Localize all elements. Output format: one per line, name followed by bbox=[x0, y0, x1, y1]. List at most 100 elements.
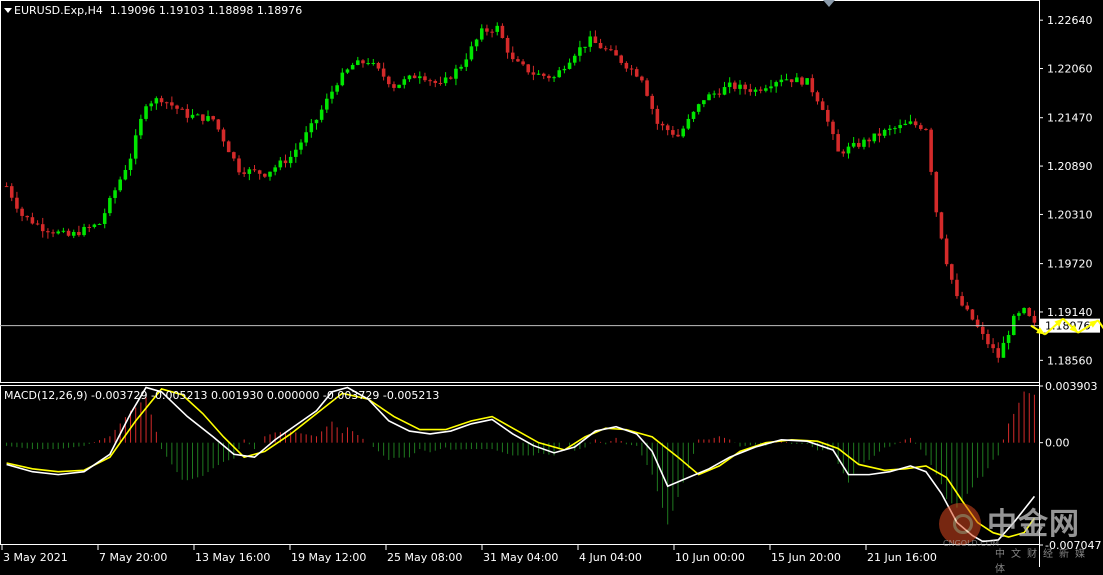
bear-candle bbox=[650, 95, 654, 109]
bear-candle bbox=[1027, 307, 1032, 316]
bull-candle bbox=[1006, 335, 1011, 343]
bull-candle bbox=[371, 62, 376, 64]
bull-candle bbox=[190, 114, 195, 118]
bull-candle bbox=[118, 179, 122, 191]
bull-candle bbox=[268, 171, 272, 177]
bull-candle bbox=[123, 169, 128, 180]
macd-main-line bbox=[6, 386, 1036, 543]
bear-candle bbox=[9, 186, 14, 198]
time-tick-label: 15 Jun 20:00 bbox=[771, 551, 841, 564]
price-tick-label: 1.21470 bbox=[1047, 112, 1093, 125]
price-tick-label: 1.19720 bbox=[1047, 258, 1093, 271]
watermark-subtitle: 中文财经新媒体 bbox=[995, 549, 1091, 575]
bear-candle bbox=[810, 78, 815, 93]
bull-candle bbox=[113, 190, 117, 198]
bull-candle bbox=[350, 64, 355, 70]
bear-candle bbox=[717, 93, 722, 95]
bear-candle bbox=[743, 84, 747, 90]
bull-candle bbox=[588, 36, 593, 47]
bear-candle bbox=[547, 75, 551, 79]
bear-candle bbox=[645, 80, 649, 96]
bear-candle bbox=[614, 50, 618, 56]
watermark-url: CNGOLD.COM bbox=[943, 539, 1000, 548]
time-tick-label: 4 Jun 04:00 bbox=[579, 551, 642, 564]
bull-candle bbox=[345, 69, 350, 73]
bear-candle bbox=[521, 61, 525, 65]
bull-candle bbox=[294, 149, 298, 157]
bull-candle bbox=[330, 91, 334, 99]
bull-candle bbox=[247, 169, 252, 174]
bear-candle bbox=[660, 123, 665, 126]
bear-candle bbox=[733, 82, 737, 89]
time-tick-label: 21 Jun 16:00 bbox=[867, 551, 937, 564]
bull-candle bbox=[1001, 342, 1006, 358]
bear-candle bbox=[531, 72, 536, 75]
price-tick-label: 1.22060 bbox=[1047, 63, 1093, 76]
bear-candle bbox=[960, 296, 964, 306]
bull-candle bbox=[1022, 307, 1026, 314]
bear-candle bbox=[924, 128, 928, 130]
bull-candle bbox=[888, 128, 892, 130]
bear-candle bbox=[490, 31, 494, 33]
bull-candle bbox=[464, 59, 469, 67]
time-tick-label: 7 May 20:00 bbox=[99, 551, 167, 564]
bull-candle bbox=[108, 197, 112, 214]
bull-candle bbox=[567, 62, 572, 69]
bear-candle bbox=[46, 231, 50, 233]
bull-candle bbox=[908, 121, 913, 124]
bull-candle bbox=[133, 135, 138, 159]
bear-candle bbox=[826, 109, 830, 122]
bull-candle bbox=[495, 25, 500, 32]
bear-candle bbox=[51, 232, 55, 234]
bull-candle bbox=[872, 133, 877, 142]
price-tick-label: 1.22640 bbox=[1047, 14, 1093, 27]
chart-shift-marker-icon bbox=[823, 0, 835, 7]
bear-candle bbox=[25, 215, 30, 218]
bull-candle bbox=[402, 79, 407, 85]
price-chart[interactable]: 1.22640 1.22060 1.21470 1.20890 1.20310 1.197… bbox=[0, 0, 1103, 567]
bull-candle bbox=[681, 128, 685, 137]
bear-candle bbox=[412, 75, 417, 79]
bear-candle bbox=[624, 62, 629, 69]
bear-candle bbox=[170, 102, 174, 106]
bear-candle bbox=[789, 79, 794, 83]
bear-candle bbox=[629, 68, 634, 70]
bear-candle bbox=[15, 197, 19, 209]
bull-candle bbox=[903, 123, 908, 126]
bear-candle bbox=[485, 28, 489, 32]
bull-candle bbox=[707, 94, 711, 101]
bear-candle bbox=[526, 64, 531, 73]
bear-candle bbox=[867, 139, 871, 142]
bull-candle bbox=[738, 84, 742, 89]
bear-candle bbox=[634, 69, 639, 77]
bear-candle bbox=[541, 73, 546, 76]
bull-candle bbox=[882, 129, 887, 136]
bear-candle bbox=[609, 49, 613, 51]
time-tick-label: 31 May 04:00 bbox=[483, 551, 558, 564]
bull-candle bbox=[784, 79, 789, 81]
bear-candle bbox=[35, 223, 40, 225]
bear-candle bbox=[877, 133, 882, 136]
bear-candle bbox=[510, 52, 515, 60]
bear-candle bbox=[433, 80, 438, 83]
bull-candle bbox=[443, 77, 448, 84]
bear-candle bbox=[831, 121, 835, 135]
bull-candle bbox=[536, 73, 541, 75]
bull-candle bbox=[572, 55, 577, 63]
time-tick-label: 13 May 16:00 bbox=[195, 551, 270, 564]
bull-candle bbox=[469, 46, 474, 60]
time-tick-label: 25 May 08:00 bbox=[387, 551, 462, 564]
bear-candle bbox=[820, 101, 825, 110]
bear-candle bbox=[980, 326, 985, 334]
bear-candle bbox=[164, 102, 169, 104]
bull-candle bbox=[702, 100, 706, 105]
bull-candle bbox=[309, 123, 314, 133]
price-tick-label: 1.18560 bbox=[1047, 354, 1093, 367]
bear-candle bbox=[387, 76, 391, 85]
bull-candle bbox=[340, 72, 345, 86]
bull-candle bbox=[583, 46, 587, 48]
bear-candle bbox=[211, 116, 215, 120]
bull-candle bbox=[92, 224, 97, 227]
bear-candle bbox=[361, 60, 365, 64]
bear-candle bbox=[619, 55, 623, 63]
